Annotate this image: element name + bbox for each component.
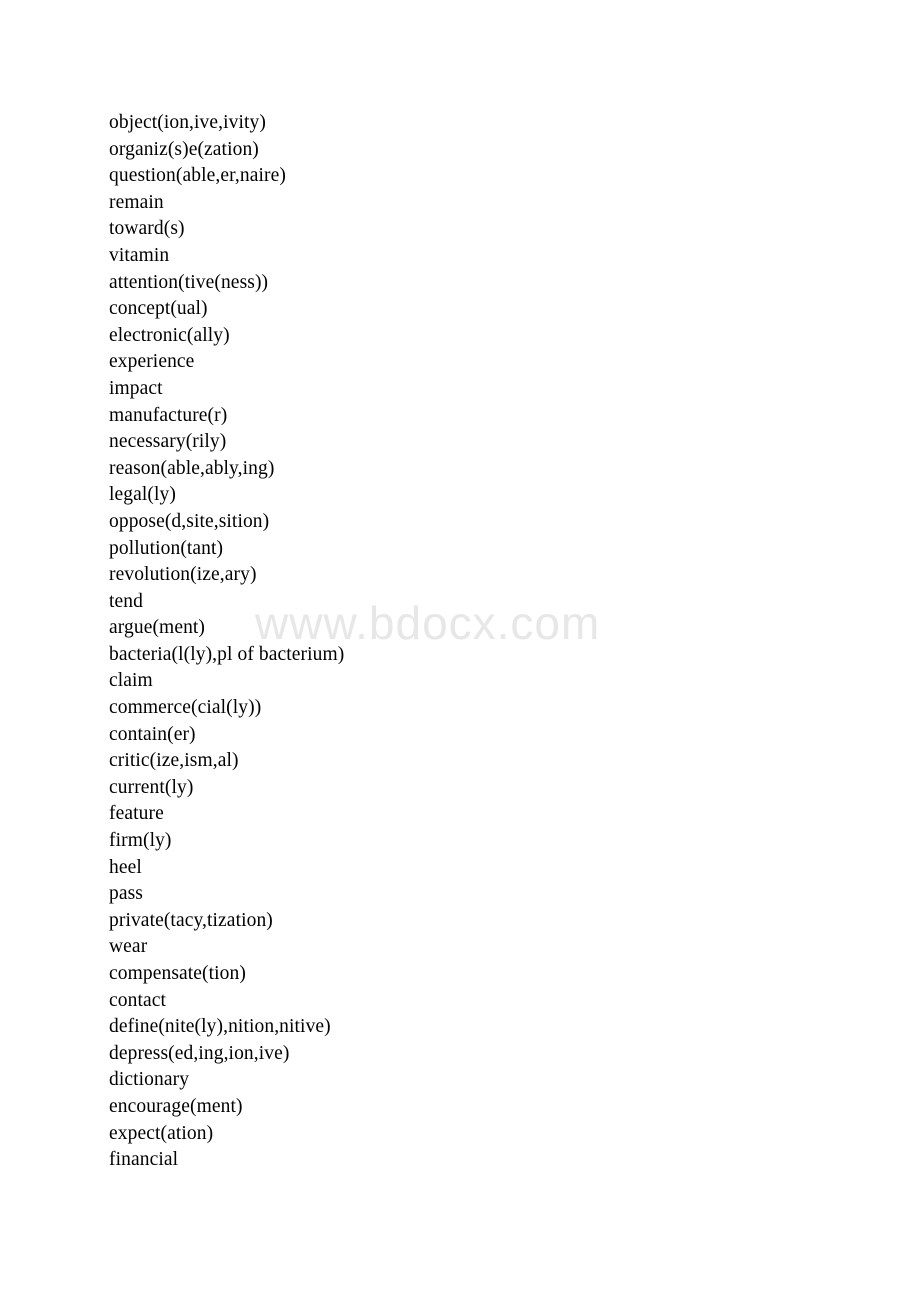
word-list-item: current(ly) <box>109 776 194 798</box>
word-list-item: necessary(rily) <box>109 431 227 453</box>
word-list-item: manufacture(r) <box>109 404 228 426</box>
word-list-item: question(able,er,naire) <box>109 165 286 187</box>
word-list-item: depress(ed,ing,ion,ive) <box>109 1042 290 1064</box>
word-list-item: heel <box>109 856 142 878</box>
word-list-item: claim <box>109 670 153 692</box>
vocabulary-word-list: object(ion,ive,ivity) organiz(s)e(zation)… <box>109 110 809 1174</box>
word-list-item: define(nite(ly),nition,nitive) <box>109 1016 331 1038</box>
word-list-item: argue(ment) <box>109 617 206 639</box>
word-list-item: oppose(d,site,sition) <box>109 510 270 532</box>
word-list-item: object(ion,ive,ivity) <box>109 112 266 133</box>
word-list-item: attention(tive(ness)) <box>109 271 269 293</box>
word-list-item: remain <box>109 191 164 213</box>
document-page: www.bdocx.com object(ion,ive,ivity) organ… <box>0 0 920 1302</box>
word-list-item: reason(able,ably,ing) <box>109 457 275 479</box>
word-list-item: experience <box>109 351 195 373</box>
word-list-item: wear <box>109 936 148 958</box>
word-list-item: encourage(ment) <box>109 1095 243 1117</box>
word-list-item: commerce(cial(ly)) <box>109 697 262 719</box>
word-list-item: tend <box>109 590 143 612</box>
word-list-item: pass <box>109 883 143 905</box>
word-list-item: pollution(tant) <box>109 537 224 559</box>
word-list-item: contain(er) <box>109 723 196 745</box>
word-list-item: vitamin <box>109 244 170 266</box>
word-list-item: private(tacy,tization) <box>109 909 273 931</box>
word-list-item: critic(ize,ism,al) <box>109 750 239 772</box>
word-list-item: concept(ual) <box>109 298 208 320</box>
word-list-item: compensate(tion) <box>109 963 246 984</box>
word-list-item: expect(ation) <box>109 1122 214 1144</box>
word-list-item: revolution(ize,ary) <box>109 564 257 586</box>
word-list-item: financial <box>109 1149 179 1171</box>
word-list-item: legal(ly) <box>109 484 176 506</box>
word-list-item: contact <box>109 989 167 1011</box>
word-list-item: feature <box>109 803 164 825</box>
word-list-item: toward(s) <box>109 218 185 240</box>
word-list-item: impact <box>109 377 163 399</box>
word-list-item: dictionary <box>109 1069 190 1091</box>
word-list-item: electronic(ally) <box>109 324 230 346</box>
word-list-item: firm(ly) <box>109 830 172 852</box>
word-list-item: organiz(s)e(zation) <box>109 138 259 160</box>
word-list-item: bacteria(l(ly),pl of bacterium) <box>109 643 345 665</box>
